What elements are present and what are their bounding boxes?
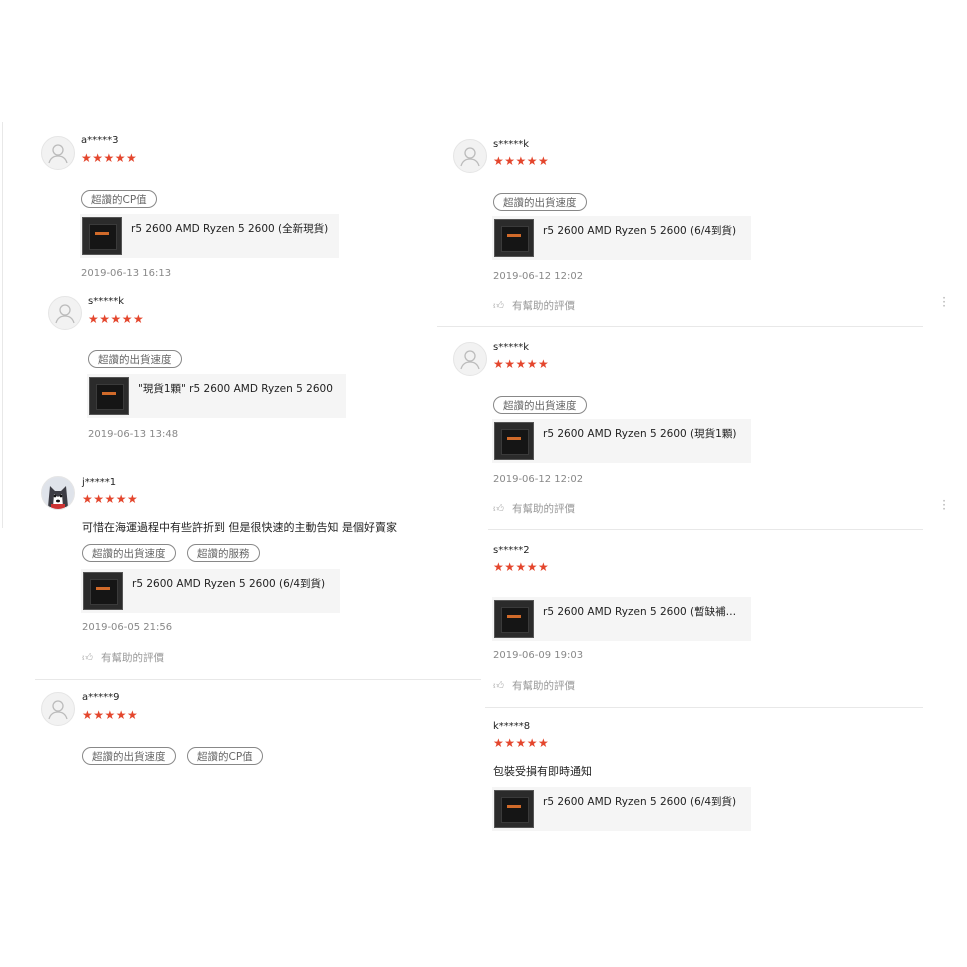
rating-stars: ★★★★★ xyxy=(81,151,138,165)
review-tag: 超讚的出貨速度 xyxy=(82,544,176,562)
helpful-label: 有幫助的評價 xyxy=(512,300,575,312)
product-name: r5 2600 AMD Ryzen 5 2600 (6/4到貨) xyxy=(543,225,737,237)
review-tag: 超讚的出貨速度 xyxy=(493,193,587,211)
review-username: s*****k xyxy=(493,342,530,353)
review-date: 2019-06-05 21:56 xyxy=(82,622,173,633)
rating-stars: ★★★★★ xyxy=(493,154,550,168)
rating-stars: ★★★★★ xyxy=(493,560,550,574)
review-username: j*****1 xyxy=(82,477,117,488)
review-date: 2019-06-12 12:02 xyxy=(493,474,584,485)
rating-stars: ★★★★★ xyxy=(82,492,139,506)
helpful-label: 有幫助的評價 xyxy=(512,680,575,692)
thumbs-up-icon: 👍︎ xyxy=(493,680,504,692)
review-comment: 可惜在海運過程中有些許折到 但是很快速的主動告知 是個好賣家 xyxy=(82,521,397,534)
review-username: s*****2 xyxy=(493,545,530,556)
product-thumbnail xyxy=(89,377,129,415)
helpful-button[interactable]: 👍︎ 有幫助的評價 xyxy=(493,501,575,516)
helpful-label: 有幫助的評價 xyxy=(512,503,575,515)
review-tag: 超讚的出貨速度 xyxy=(82,747,176,765)
thumbs-up-icon: 👍︎ xyxy=(493,300,504,312)
avatar[interactable] xyxy=(453,139,487,173)
review-username: a*****9 xyxy=(82,692,120,703)
rating-stars: ★★★★★ xyxy=(88,312,145,326)
review-username: s*****k xyxy=(493,139,530,150)
product-name: r5 2600 AMD Ryzen 5 2600 (6/4到貨) xyxy=(132,578,326,590)
product-thumbnail xyxy=(494,600,534,638)
review-username: s*****k xyxy=(88,296,125,307)
review-username: k*****8 xyxy=(493,721,531,732)
review-tag: 超讚的CP值 xyxy=(81,190,157,208)
product-thumbnail xyxy=(494,422,534,460)
avatar[interactable] xyxy=(41,136,75,170)
user-icon xyxy=(460,350,480,370)
product-thumbnail xyxy=(83,572,123,610)
product-card[interactable]: r5 2600 AMD Ryzen 5 2600 (6/4到貨) xyxy=(492,787,751,831)
thumbs-up-icon: 👍︎ xyxy=(493,503,504,515)
rating-stars: ★★★★★ xyxy=(493,357,550,371)
review-date: 2019-06-12 12:02 xyxy=(493,271,584,282)
review-tag: 超讚的出貨速度 xyxy=(88,350,182,368)
product-card[interactable]: r5 2600 AMD Ryzen 5 2600 (現貨1顆) xyxy=(492,419,751,463)
avatar[interactable] xyxy=(453,342,487,376)
product-thumbnail xyxy=(494,790,534,828)
product-card[interactable]: "現貨1顆" r5 2600 AMD Ryzen 5 2600 xyxy=(87,374,346,418)
thumbs-up-icon: 👍︎ xyxy=(82,652,93,664)
product-thumbnail xyxy=(82,217,122,255)
product-card[interactable]: r5 2600 AMD Ryzen 5 2600 (暫缺補貨... xyxy=(492,597,751,641)
rating-stars: ★★★★★ xyxy=(493,736,550,750)
product-name: "現貨1顆" r5 2600 AMD Ryzen 5 2600 xyxy=(138,383,333,395)
review-comment: 包裝受損有即時通知 xyxy=(493,765,592,778)
avatar[interactable] xyxy=(41,692,75,726)
review-tag: 超讚的CP值 xyxy=(187,747,263,765)
review-date: 2019-06-13 13:48 xyxy=(88,429,179,440)
avatar[interactable] xyxy=(48,296,82,330)
review-tag: 超讚的服務 xyxy=(187,544,260,562)
helpful-button[interactable]: 👍︎ 有幫助的評價 xyxy=(82,650,164,665)
review-date: 2019-06-09 19:03 xyxy=(493,650,584,661)
product-name: r5 2600 AMD Ryzen 5 2600 (全新現貨) xyxy=(131,223,329,235)
user-icon xyxy=(460,147,480,167)
helpful-label: 有幫助的評價 xyxy=(101,652,164,664)
user-icon xyxy=(48,144,68,164)
review-date: 2019-06-13 16:13 xyxy=(81,268,172,279)
review-username: a*****3 xyxy=(81,135,119,146)
user-icon xyxy=(48,700,68,720)
avatar[interactable] xyxy=(41,476,75,510)
product-name: r5 2600 AMD Ryzen 5 2600 (6/4到貨) xyxy=(543,796,737,808)
product-name: r5 2600 AMD Ryzen 5 2600 (現貨1顆) xyxy=(543,428,737,440)
product-card[interactable]: r5 2600 AMD Ryzen 5 2600 (6/4到貨) xyxy=(492,216,751,260)
product-card[interactable]: r5 2600 AMD Ryzen 5 2600 (6/4到貨) xyxy=(81,569,340,613)
more-options-icon[interactable]: · · · xyxy=(941,292,947,312)
helpful-button[interactable]: 👍︎ 有幫助的評價 xyxy=(493,298,575,313)
product-card[interactable]: r5 2600 AMD Ryzen 5 2600 (全新現貨) xyxy=(80,214,339,258)
product-name: r5 2600 AMD Ryzen 5 2600 (暫缺補貨... xyxy=(543,606,743,618)
product-thumbnail xyxy=(494,219,534,257)
review-tag: 超讚的出貨速度 xyxy=(493,396,587,414)
more-options-icon[interactable]: · · · xyxy=(941,495,947,515)
husky-avatar-icon xyxy=(42,477,74,509)
user-icon xyxy=(55,304,75,324)
helpful-button[interactable]: 👍︎ 有幫助的評價 xyxy=(493,678,575,693)
rating-stars: ★★★★★ xyxy=(82,708,139,722)
